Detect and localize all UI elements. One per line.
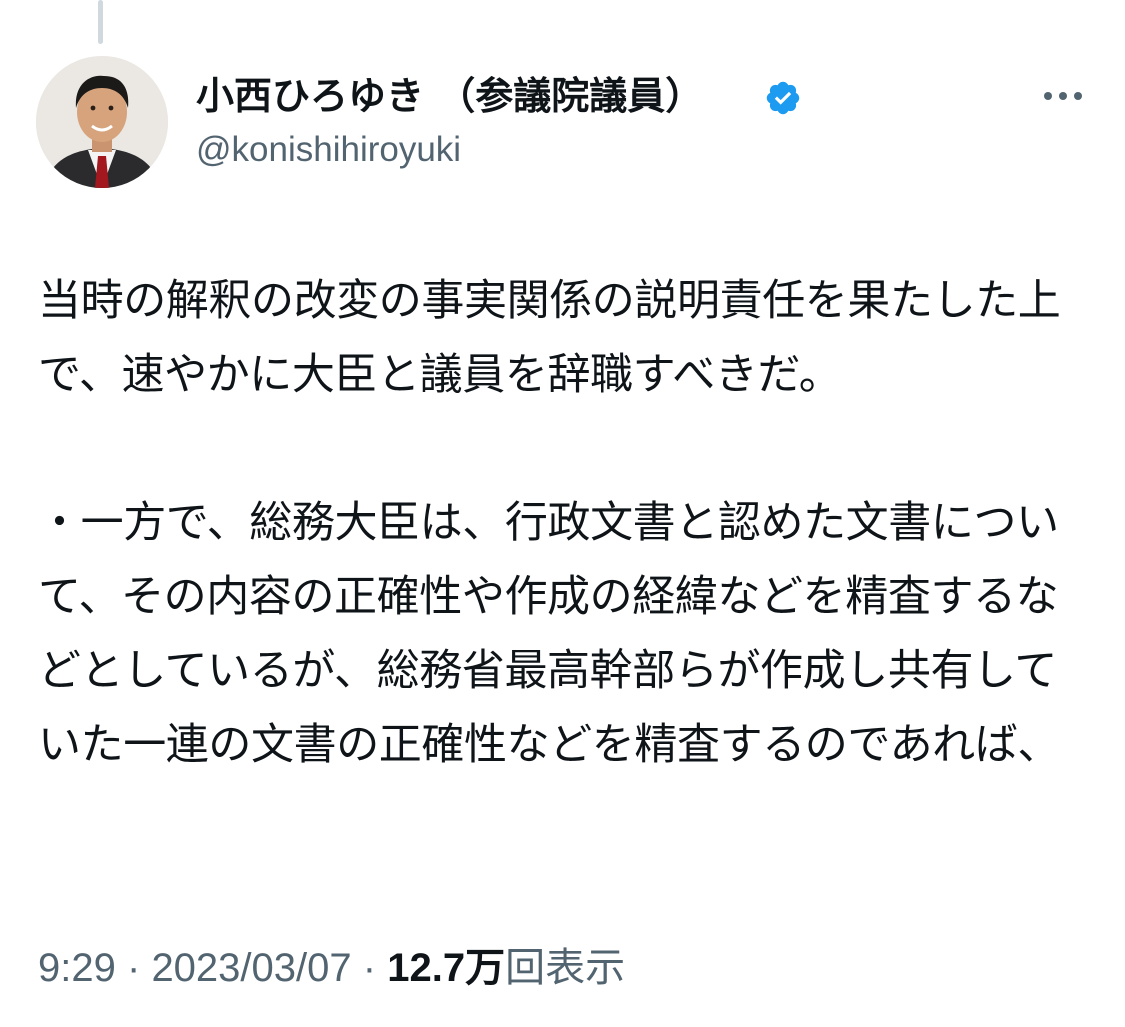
avatar-photo	[36, 56, 168, 188]
views-label[interactable]: 回表示	[505, 946, 625, 990]
views-count[interactable]: 12.7万	[387, 946, 505, 990]
more-horizontal-icon[interactable]	[1040, 86, 1086, 106]
meta-separator: ·	[362, 946, 377, 990]
verified-badge-icon	[766, 81, 800, 115]
tweet-time[interactable]: 9:29	[38, 946, 116, 990]
author-handle[interactable]: @konishihiroyuki	[196, 126, 461, 174]
author-avatar[interactable]	[36, 56, 168, 188]
author-display-name[interactable]: 小西ひろゆき （参議院議員）	[196, 70, 703, 122]
thread-connector-line	[98, 0, 103, 44]
tweet-body-text: 当時の解釈の改変の事実関係の説明責任を果たした上で、速やかに大臣と議員を辞職すべ…	[38, 276, 1061, 770]
tweet-date[interactable]: 2023/03/07	[151, 946, 351, 990]
meta-separator: ·	[126, 946, 141, 990]
tweet-meta: 9:29 · 2023/03/07 · 12.7万回表示	[38, 940, 625, 996]
